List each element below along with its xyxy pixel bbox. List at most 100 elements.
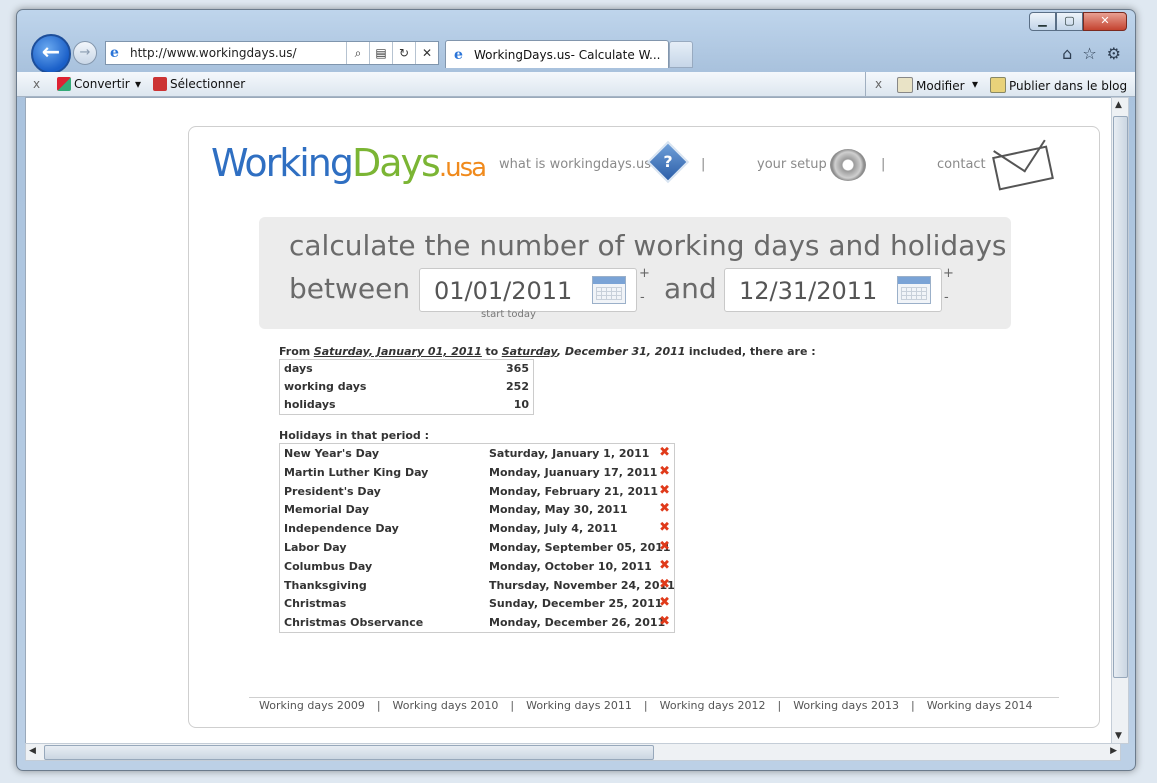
remove-holiday-icon[interactable]: ✖: [659, 614, 670, 629]
remove-holiday-icon[interactable]: ✖: [659, 520, 670, 535]
nav-separator: |: [881, 157, 886, 172]
end-date-value[interactable]: 12/31/2011: [739, 277, 877, 305]
address-url[interactable]: http://www.workingdays.us/: [130, 46, 297, 60]
horizontal-scroll-thumb[interactable]: [44, 745, 654, 760]
vertical-scroll-thumb[interactable]: [1113, 116, 1128, 678]
footer-link[interactable]: Working days 2014: [927, 699, 1033, 712]
maximize-button[interactable]: ▢: [1056, 12, 1083, 31]
window-caption-buttons: ▁ ▢ ✕: [1029, 12, 1127, 31]
main-card: WorkingDays.usa what is workingdays.us ?…: [188, 126, 1100, 728]
scroll-up-icon[interactable]: ▲: [1115, 100, 1122, 110]
holiday-date: Monday, October 10, 2011: [489, 559, 652, 573]
holiday-name: Memorial Day: [284, 503, 370, 517]
holiday-row: Thanksgiving Thursday, November 24, 2011 ✖: [280, 576, 675, 595]
start-minus-button[interactable]: -: [640, 289, 645, 307]
compat-view-icon[interactable]: ▤: [369, 42, 392, 64]
select-button[interactable]: Sélectionner: [153, 77, 245, 91]
search-icon[interactable]: ⌕: [346, 42, 369, 64]
address-bar[interactable]: e http://www.workingdays.us/ ⌕ ▤ ↻ ✕: [105, 41, 439, 65]
holiday-row: Labor Day Monday, September 05, 2011 ✖: [280, 538, 674, 557]
footer-separator: |: [911, 699, 915, 712]
end-minus-button[interactable]: -: [944, 289, 949, 307]
holiday-name: New Year's Day: [284, 447, 380, 460]
close-window-button[interactable]: ✕: [1083, 12, 1127, 31]
summary-end-date: , December 31, 2011: [556, 345, 686, 358]
remove-holiday-icon[interactable]: ✖: [659, 539, 670, 554]
footer-link[interactable]: Working days 2010: [393, 699, 499, 712]
start-today-link[interactable]: start today: [481, 309, 536, 320]
end-plus-button[interactable]: +: [943, 265, 954, 283]
holiday-row: New Year's Day Saturday, January 1, 2011 ✖: [280, 444, 674, 463]
modify-label: Modifier: [916, 79, 965, 93]
holiday-name: President's Day: [284, 484, 381, 498]
vertical-scrollbar[interactable]: ▲ ▼: [1111, 97, 1129, 744]
remove-holiday-icon[interactable]: ✖: [659, 483, 670, 498]
close-toolbar2-icon[interactable]: x: [875, 77, 882, 91]
summary-row: days 365: [280, 360, 533, 378]
publish-blog-button[interactable]: Publier dans le blog: [990, 77, 1127, 93]
home-icon[interactable]: ⌂: [1062, 44, 1072, 63]
new-tab-button[interactable]: [669, 41, 693, 68]
start-date-value[interactable]: 01/01/2011: [434, 277, 572, 305]
summary-value: 252: [506, 380, 529, 393]
nav-contact-link[interactable]: contact: [937, 157, 986, 172]
footer-link[interactable]: Working days 2011: [526, 699, 632, 712]
holiday-date: Monday, February 21, 2011: [489, 484, 659, 498]
remove-holiday-icon[interactable]: ✖: [659, 558, 670, 573]
forward-button[interactable]: →: [73, 41, 97, 65]
holiday-name: Christmas Observance: [284, 616, 424, 630]
holidays-heading: Holidays in that period :: [279, 429, 430, 442]
end-date-input[interactable]: 12/31/2011: [724, 268, 942, 312]
publish-icon: [990, 77, 1006, 93]
site-logo[interactable]: WorkingDays.usa: [211, 141, 487, 185]
logo-usa: .usa: [438, 153, 487, 183]
end-calendar-icon[interactable]: [897, 276, 931, 304]
holiday-date: Sunday, December 25, 2011: [489, 597, 663, 611]
remove-holiday-icon[interactable]: ✖: [659, 464, 670, 479]
footer-link[interactable]: Working days 2013: [793, 699, 899, 712]
address-tools: ⌕ ▤ ↻ ✕: [346, 42, 438, 64]
setup-gear-icon[interactable]: [830, 149, 866, 181]
remove-holiday-icon[interactable]: ✖: [659, 445, 670, 460]
logo-working: Working: [211, 141, 354, 185]
footer-separator: |: [777, 699, 782, 712]
convert-button[interactable]: Convertir: [57, 77, 130, 91]
remove-holiday-icon[interactable]: ✖: [659, 595, 670, 610]
start-plus-button[interactable]: +: [639, 265, 650, 283]
remove-holiday-icon[interactable]: ✖: [659, 577, 670, 592]
tab-workingdays[interactable]: e WorkingDays.us- Calculate W...: [445, 40, 669, 68]
help-icon[interactable]: ?: [646, 140, 690, 184]
browser-window: ▁ ▢ ✕ ← → e http://www.workingdays.us/ ⌕…: [16, 9, 1136, 771]
horizontal-scrollbar[interactable]: ◀ ▶: [25, 743, 1121, 761]
modify-dropdown-icon[interactable]: ▾: [972, 77, 978, 91]
close-toolbar-icon[interactable]: x: [33, 77, 40, 91]
scroll-left-icon[interactable]: ◀: [29, 746, 36, 756]
nav-setup-link[interactable]: your setup: [757, 157, 827, 172]
start-calendar-icon[interactable]: [592, 276, 626, 304]
nav-what-link[interactable]: what is workingdays.us: [499, 157, 651, 172]
summary-value: 10: [513, 398, 529, 411]
calc-heading: calculate the number of working days and…: [289, 229, 1007, 262]
favorites-star-icon[interactable]: ☆: [1082, 44, 1096, 63]
convert-dropdown-icon[interactable]: ▾: [135, 77, 141, 91]
holidays-table: New Year's Day Saturday, January 1, 2011 ✖…: [279, 443, 675, 633]
holiday-name: Independence Day: [284, 522, 399, 536]
stop-icon[interactable]: ✕: [415, 42, 438, 64]
scroll-down-icon[interactable]: ▼: [1115, 731, 1122, 741]
command-bar: x Convertir ▾ Sélectionner x Modifier ▾ …: [17, 72, 1135, 97]
scroll-right-icon[interactable]: ▶: [1110, 746, 1117, 756]
minimize-button[interactable]: ▁: [1029, 12, 1056, 31]
holiday-name: Columbus Day: [284, 559, 373, 573]
modify-button[interactable]: Modifier: [897, 77, 965, 93]
remove-holiday-icon[interactable]: ✖: [659, 501, 670, 516]
start-date-input[interactable]: 01/01/2011: [419, 268, 637, 312]
footer-link[interactable]: Working days 2009: [259, 699, 365, 712]
footer-link[interactable]: Working days 2012: [660, 699, 766, 712]
refresh-icon[interactable]: ↻: [392, 42, 415, 64]
mail-envelope-icon[interactable]: [992, 145, 1054, 191]
calculator-panel: calculate the number of working days and…: [259, 217, 1011, 329]
back-button[interactable]: ←: [31, 34, 71, 74]
gear-icon[interactable]: ⚙: [1107, 44, 1121, 63]
holiday-date: Thursday, November 24, 2011: [489, 578, 675, 592]
holiday-date: Saturday, January 1, 2011: [489, 447, 650, 460]
